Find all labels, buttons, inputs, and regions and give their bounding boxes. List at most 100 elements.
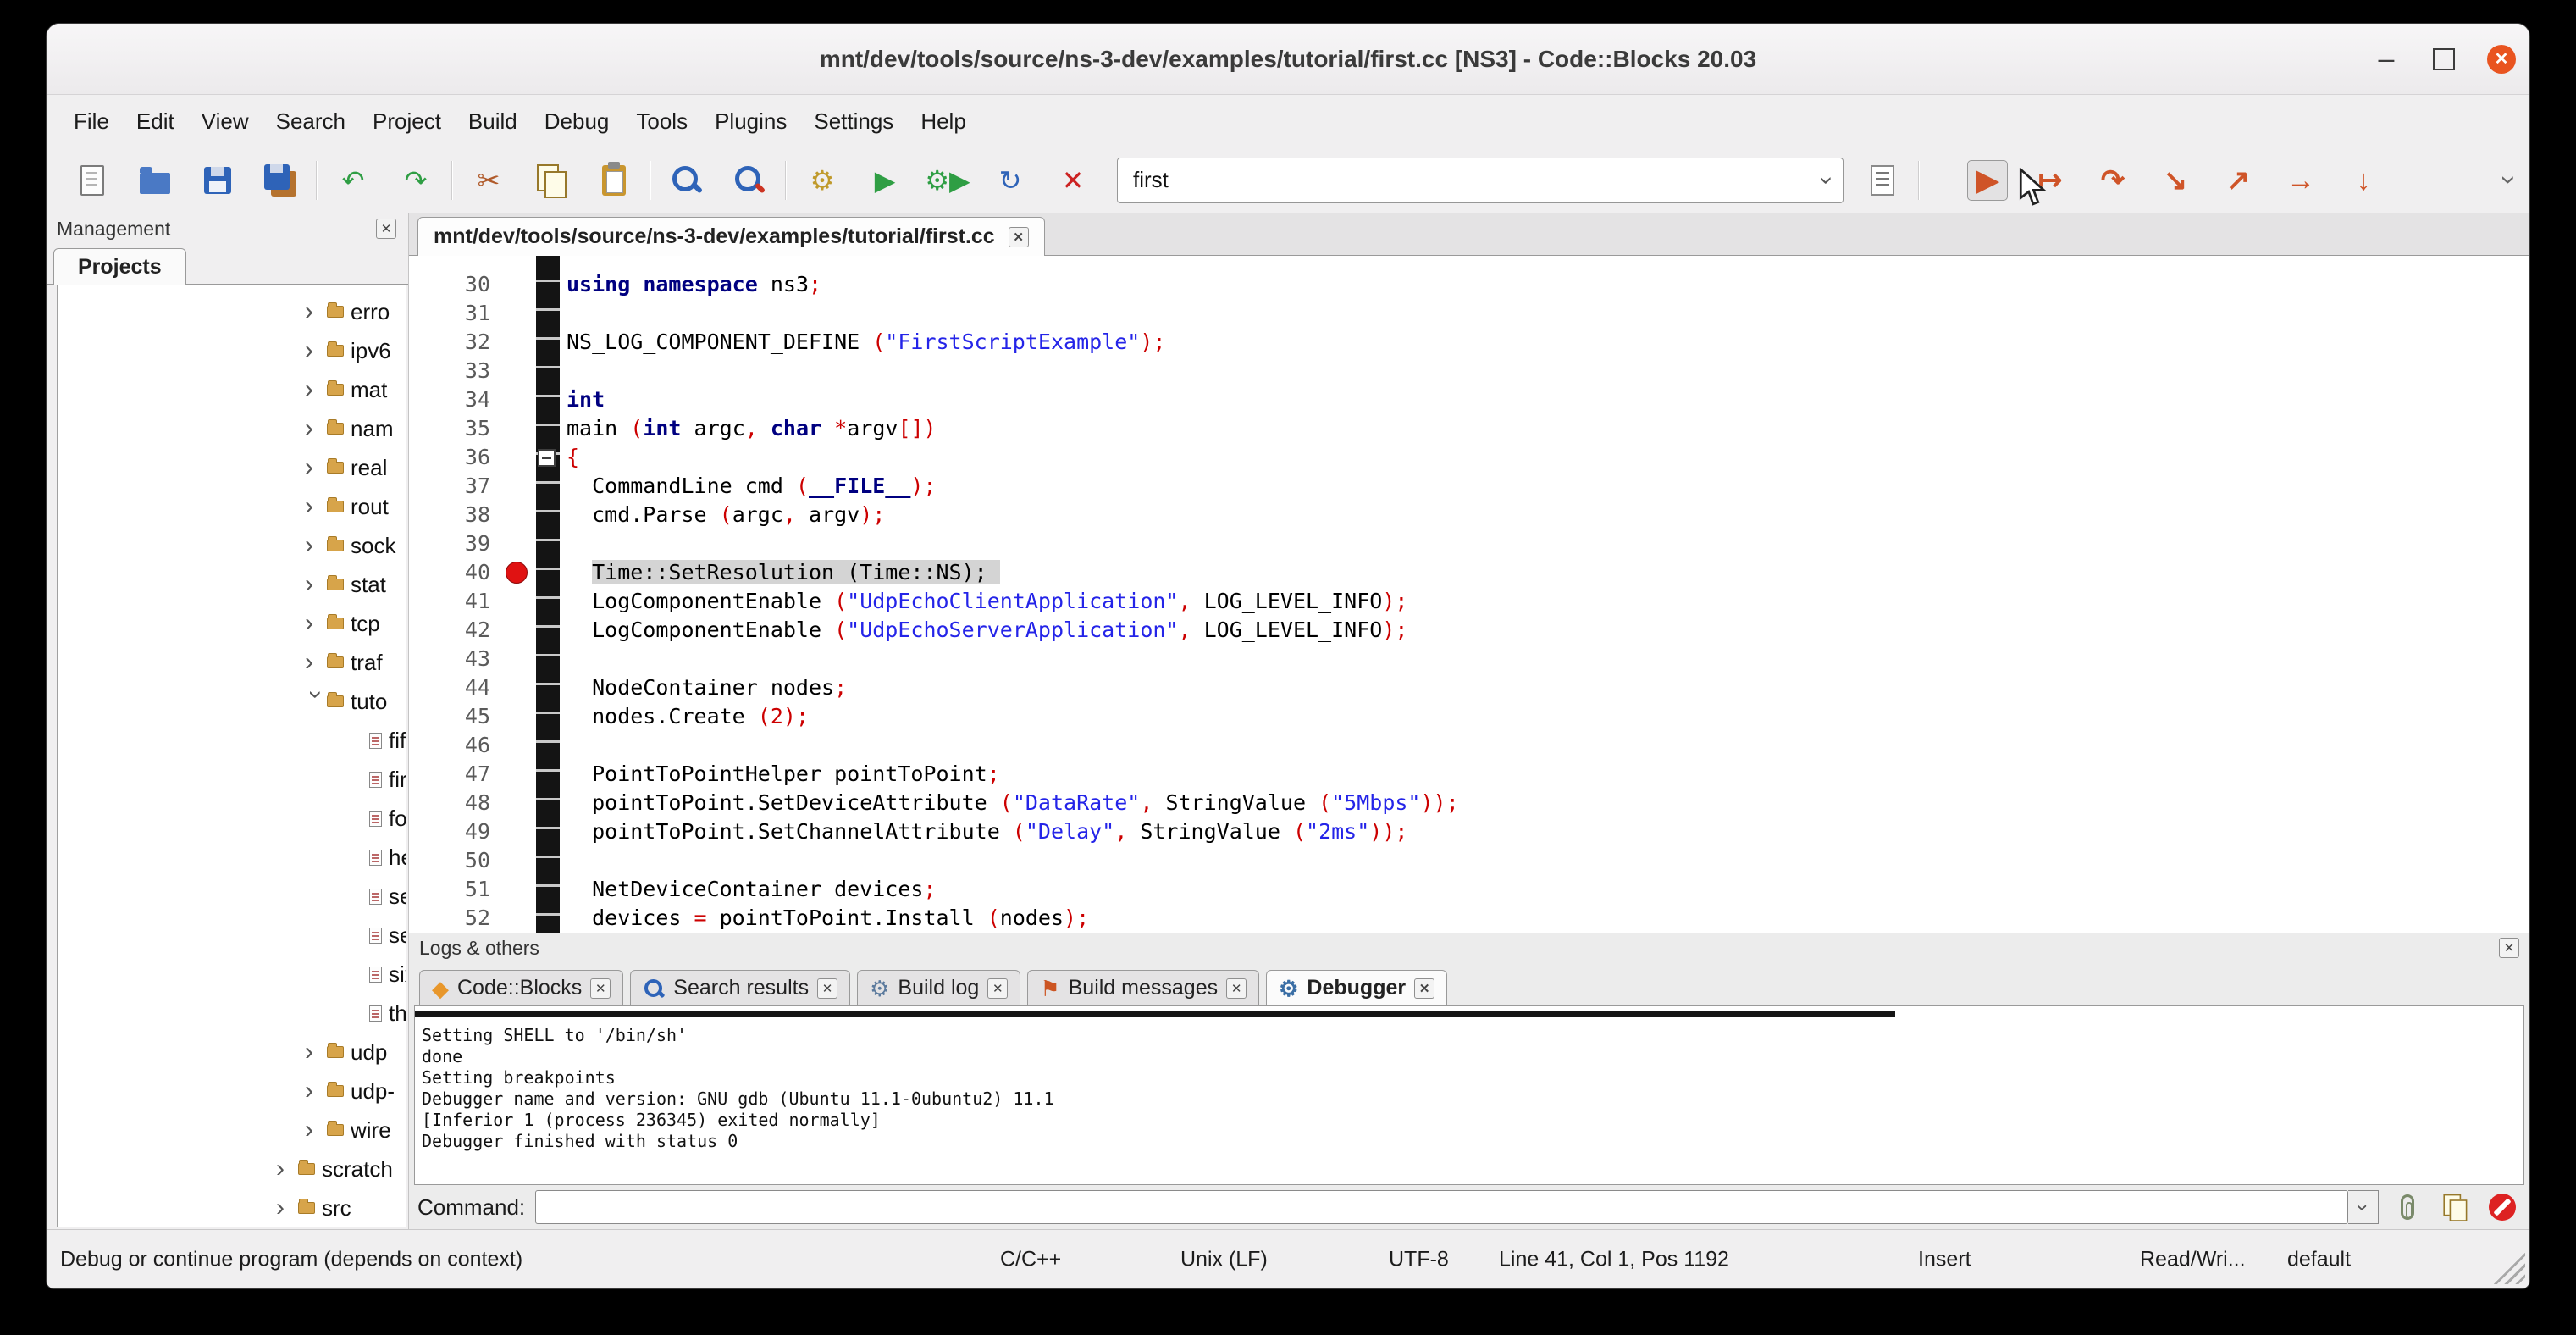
code-line-33[interactable]: 33 <box>409 357 2529 385</box>
chevron-right-icon[interactable]: › <box>276 1195 298 1221</box>
chevron-right-icon[interactable]: › <box>305 494 327 519</box>
chevron-right-icon[interactable]: › <box>305 1039 327 1065</box>
next-instruction-button[interactable]: → <box>2280 160 2321 201</box>
projects-tree[interactable]: ›erro›ipv6›mat›nam›real›rout›sock›stat›t… <box>57 285 406 1227</box>
save-button[interactable] <box>197 160 238 201</box>
code-line-35[interactable]: 35main (int argc, char *argv[]) <box>409 414 2529 443</box>
code-line-47[interactable]: 47 PointToPointHelper pointToPoint; <box>409 760 2529 789</box>
redo-button[interactable]: ↷ <box>395 160 436 201</box>
save-all-button[interactable] <box>260 160 301 201</box>
attach-button[interactable] <box>2389 1188 2426 1226</box>
tree-item-fir[interactable]: fir <box>58 760 406 799</box>
new-file-button[interactable] <box>72 160 113 201</box>
tree-item-rout[interactable]: ›rout <box>58 487 406 526</box>
debug-continue-button[interactable]: ▶ <box>1967 160 2008 201</box>
code-line-40[interactable]: 40 Time::SetResolution (Time::NS); <box>409 558 2529 587</box>
chevron-right-icon[interactable]: › <box>305 611 327 636</box>
code-line-52[interactable]: 52 devices = pointToPoint.Install (nodes… <box>409 904 2529 933</box>
menu-debug[interactable]: Debug <box>531 108 623 135</box>
code-line-38[interactable]: 38 cmd.Parse (argc, argv); <box>409 501 2529 529</box>
titlebar[interactable]: mnt/dev/tools/source/ns-3-dev/examples/t… <box>47 24 2529 95</box>
code-line-32[interactable]: 32NS_LOG_COMPONENT_DEFINE ("FirstScriptE… <box>409 328 2529 357</box>
tree-item-he[interactable]: he <box>58 838 406 877</box>
menu-build[interactable]: Build <box>455 108 531 135</box>
code-line-46[interactable]: 46 <box>409 731 2529 760</box>
code-line-36[interactable]: 36{ <box>409 443 2529 472</box>
code-line-43[interactable]: 43 <box>409 645 2529 673</box>
close-management-button[interactable] <box>376 219 396 239</box>
step-out-button[interactable]: ↗ <box>2218 160 2258 201</box>
chevron-right-icon[interactable]: › <box>305 416 327 441</box>
code-editor[interactable]: 30using namespace ns3;3132NS_LOG_COMPONE… <box>409 256 2529 933</box>
code-line-39[interactable]: 39 <box>409 529 2529 558</box>
chevron-right-icon[interactable]: › <box>305 533 327 558</box>
close-logs-button[interactable] <box>2499 938 2519 958</box>
menu-tools[interactable]: Tools <box>622 108 701 135</box>
tree-item-wire[interactable]: ›wire <box>58 1111 406 1149</box>
chevron-down-icon[interactable]: › <box>1812 176 1841 185</box>
close-tab-icon[interactable] <box>1226 978 1247 999</box>
code-line-30[interactable]: 30using namespace ns3; <box>409 270 2529 299</box>
maximize-button[interactable] <box>2430 48 2458 70</box>
logs-tab-search-results[interactable]: Search results <box>630 970 850 1005</box>
tree-item-tuto[interactable]: ›tuto <box>58 682 406 721</box>
run-button[interactable]: ▶ <box>865 160 905 201</box>
menu-plugins[interactable]: Plugins <box>701 108 800 135</box>
chevron-right-icon[interactable]: › <box>305 1117 327 1143</box>
code-line-41[interactable]: 41 LogComponentEnable ("UdpEchoClientApp… <box>409 587 2529 616</box>
code-line-42[interactable]: 42 LogComponentEnable ("UdpEchoServerApp… <box>409 616 2529 645</box>
tree-item-traf[interactable]: ›traf <box>58 643 406 682</box>
code-line-45[interactable]: 45 nodes.Create (2); <box>409 702 2529 731</box>
resize-grip[interactable] <box>2490 1249 2525 1284</box>
code-line-48[interactable]: 48 pointToPoint.SetDeviceAttribute ("Dat… <box>409 789 2529 817</box>
code-line-37[interactable]: 37 CommandLine cmd (__FILE__); <box>409 472 2529 501</box>
build-target-combo[interactable]: first › <box>1117 158 1844 203</box>
close-tab-icon[interactable] <box>590 978 611 999</box>
cut-button[interactable]: ✂ <box>468 160 509 201</box>
build-button[interactable]: ⚙ <box>802 160 843 201</box>
logs-tab-debugger[interactable]: ⚙Debugger <box>1266 970 1447 1005</box>
stop-debugger-button[interactable] <box>2484 1188 2521 1226</box>
copy-log-button[interactable] <box>2436 1188 2474 1226</box>
logs-tab-build-messages[interactable]: ⚑Build messages <box>1027 970 1259 1005</box>
code-line-51[interactable]: 51 NetDeviceContainer devices; <box>409 875 2529 904</box>
toolbar-overflow-chevron[interactable]: › <box>2505 164 2514 196</box>
tree-item-mat[interactable]: ›mat <box>58 370 406 409</box>
close-tab-icon[interactable] <box>987 978 1008 999</box>
tree-item-src[interactable]: ›src <box>58 1188 406 1227</box>
copy-button[interactable] <box>531 160 572 201</box>
editor-tab-first-cc[interactable]: mnt/dev/tools/source/ns-3-dev/examples/t… <box>417 217 1045 256</box>
menu-edit[interactable]: Edit <box>123 108 188 135</box>
tree-item-nam[interactable]: ›nam <box>58 409 406 448</box>
tree-item-ipv6[interactable]: ›ipv6 <box>58 331 406 370</box>
tree-item-sock[interactable]: ›sock <box>58 526 406 565</box>
undo-button[interactable]: ↶ <box>333 160 373 201</box>
menu-file[interactable]: File <box>60 108 123 135</box>
chevron-right-icon[interactable]: › <box>305 377 327 402</box>
tree-item-fo[interactable]: fo <box>58 799 406 838</box>
tree-item-real[interactable]: ›real <box>58 448 406 487</box>
code-line-49[interactable]: 49 pointToPoint.SetChannelAttribute ("De… <box>409 817 2529 846</box>
tree-item-se[interactable]: se <box>58 916 406 955</box>
fold-marker[interactable] <box>538 449 556 467</box>
code-line-34[interactable]: 34int <box>409 385 2529 414</box>
chevron-right-icon[interactable]: › <box>305 299 327 324</box>
code-line-44[interactable]: 44 NodeContainer nodes; <box>409 673 2529 702</box>
chevron-right-icon[interactable]: › <box>305 650 327 675</box>
debugger-log[interactable]: Setting SHELL to '/bin/sh'doneSetting br… <box>414 1005 2524 1185</box>
step-into-instruction-button[interactable]: ↓ <box>2343 160 2384 201</box>
chevron-right-icon[interactable]: › <box>305 572 327 597</box>
tree-item-fif[interactable]: fif <box>58 721 406 760</box>
chevron-right-icon[interactable]: › <box>305 455 327 480</box>
abort-build-button[interactable]: ✕ <box>1053 160 1093 201</box>
menu-view[interactable]: View <box>188 108 263 135</box>
close-tab-icon[interactable] <box>1414 978 1434 999</box>
build-and-run-button[interactable]: ⚙▶ <box>927 160 968 201</box>
paste-button[interactable] <box>594 160 634 201</box>
menu-project[interactable]: Project <box>359 108 455 135</box>
menu-help[interactable]: Help <box>907 108 979 135</box>
minimize-button[interactable]: – <box>2372 42 2401 75</box>
close-tab-icon[interactable] <box>817 978 837 999</box>
chevron-down-icon[interactable]: › <box>303 690 329 712</box>
chevron-right-icon[interactable]: › <box>305 338 327 363</box>
